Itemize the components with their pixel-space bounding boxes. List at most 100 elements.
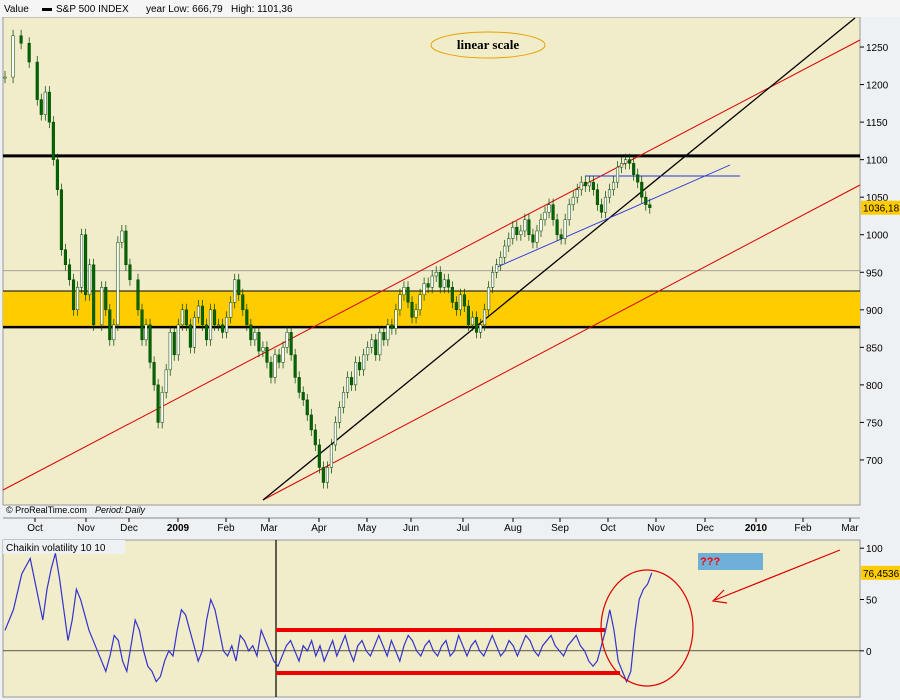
price-panel — [2, 16, 861, 506]
price-candle — [277, 354, 281, 363]
price-candle — [483, 309, 487, 326]
price-candle — [100, 287, 104, 326]
price-candle — [19, 35, 23, 44]
price-candle — [599, 204, 603, 213]
price-candle — [426, 283, 430, 288]
price-candle — [458, 294, 462, 311]
price-candle — [75, 287, 80, 311]
x-tick-label: Nov — [77, 523, 95, 534]
price-candle — [3, 76, 7, 79]
x-tick-label: Nov — [647, 523, 665, 534]
price-candle — [507, 238, 511, 247]
price-candle — [213, 309, 217, 326]
header-bar — [0, 0, 900, 17]
price-candle — [233, 279, 237, 303]
price-candle — [71, 279, 76, 311]
x-tick-label: Mar — [841, 523, 859, 534]
price-candle — [140, 309, 144, 341]
price-candle — [523, 219, 527, 232]
value-label: Value — [4, 4, 29, 15]
price-candle — [551, 204, 555, 220]
price-candle — [237, 279, 241, 296]
x-tick-label: May — [358, 523, 377, 534]
price-candle — [559, 234, 563, 239]
price-candle — [273, 354, 277, 378]
price-candle — [156, 384, 160, 423]
price-candle — [200, 305, 205, 326]
series-swatch-icon — [42, 8, 52, 11]
price-candle — [337, 407, 342, 423]
price-candle — [180, 309, 184, 326]
price-candle — [636, 174, 640, 183]
price-candle — [378, 332, 382, 356]
price-candle — [124, 230, 128, 266]
price-candle — [325, 467, 329, 483]
price-candle — [148, 324, 152, 363]
price-candle — [333, 422, 338, 446]
price-candle — [438, 272, 442, 288]
price-candle — [603, 196, 608, 213]
chart-canvas: Value S&P 500 INDEX year Low: 666,79 Hig… — [0, 0, 900, 698]
price-candle — [112, 324, 116, 341]
price-candle — [495, 264, 499, 273]
price-candle — [136, 279, 140, 311]
price-candle — [414, 309, 418, 318]
price-candle — [454, 302, 458, 311]
x-tick-label: Dec — [120, 523, 138, 534]
price-candle — [172, 332, 176, 356]
price-candle — [225, 317, 229, 333]
price-candle — [168, 332, 172, 371]
price-candle — [249, 324, 253, 341]
volatility-tick-label: 100 — [866, 544, 883, 555]
price-candle — [208, 309, 213, 341]
price-candle — [591, 181, 595, 190]
price-candle — [418, 294, 422, 311]
price-candle — [192, 317, 196, 348]
price-candle — [84, 234, 88, 296]
price-tick-label: 750 — [866, 418, 883, 429]
year-low-label: year Low: 666,79 — [146, 4, 223, 15]
period-label: Period: — [95, 505, 124, 515]
price-candle — [346, 377, 350, 393]
volatility-last-value: 76,4536 — [863, 569, 900, 580]
price-candle — [11, 35, 15, 78]
high-label: High: 1101,36 — [231, 4, 293, 15]
price-tick-label: 700 — [866, 456, 883, 467]
price-candle — [317, 444, 321, 468]
scale-note: linear scale — [457, 37, 519, 52]
price-candle — [648, 204, 652, 208]
price-candle — [329, 444, 333, 468]
price-candle — [241, 294, 245, 311]
price-candle — [450, 287, 454, 303]
price-candle — [571, 196, 575, 205]
volatility-title: Chaikin volatility 10 10 — [6, 543, 106, 554]
price-candle — [358, 362, 362, 371]
price-candle — [563, 219, 567, 239]
price-candle — [51, 121, 55, 160]
price-tick-label: 1200 — [866, 81, 889, 92]
price-candle — [410, 302, 414, 318]
x-tick-label: Jul — [457, 523, 470, 534]
price-candle — [293, 354, 297, 378]
last-value: 1036,18 — [863, 204, 900, 215]
price-candle — [511, 226, 515, 239]
source-label: © ProRealTime.com — [6, 505, 87, 515]
price-candle — [301, 392, 305, 401]
price-candle — [624, 159, 628, 164]
price-tick-label: 950 — [866, 268, 883, 279]
price-candle — [470, 317, 475, 326]
price-candle — [547, 204, 551, 213]
price-candle — [640, 181, 644, 198]
price-candle — [305, 399, 309, 416]
price-candle — [632, 163, 636, 175]
price-candle — [620, 163, 624, 168]
price-candle — [39, 99, 43, 115]
price-candle — [406, 287, 410, 303]
price-candle — [587, 181, 591, 187]
price-candle — [196, 305, 200, 318]
price-candle — [527, 219, 531, 235]
price-tick-label: 850 — [866, 343, 883, 354]
price-candle — [386, 324, 390, 341]
price-candle — [63, 249, 68, 266]
price-tick-label: 1150 — [866, 118, 888, 129]
